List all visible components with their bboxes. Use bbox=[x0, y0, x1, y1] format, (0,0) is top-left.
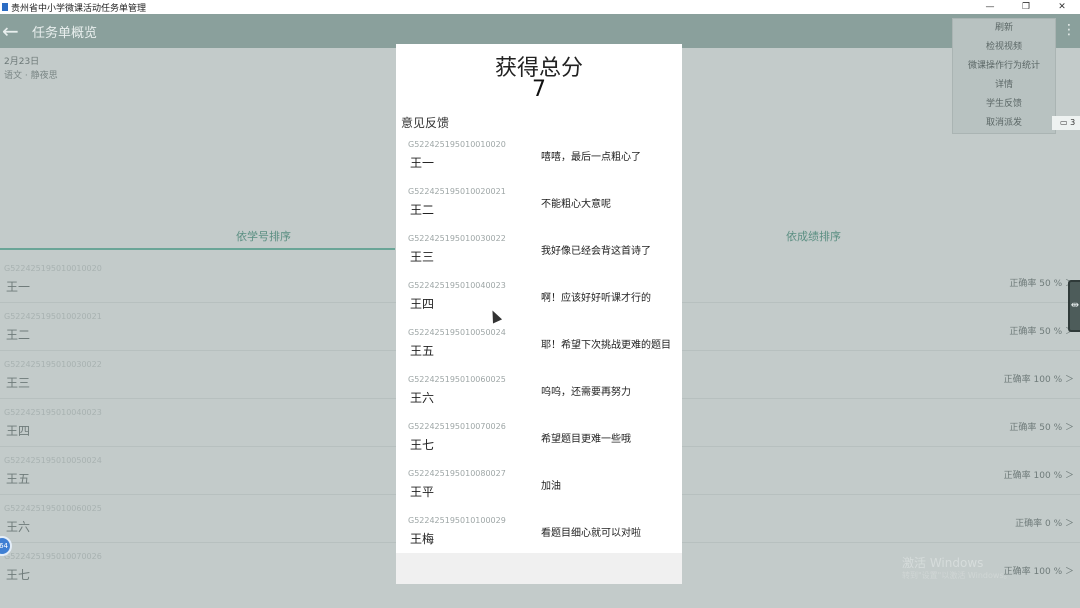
student-id: G522425195010050024 bbox=[4, 456, 102, 465]
close-button[interactable]: ✕ bbox=[1044, 0, 1080, 14]
windows-activation-hint: 转到"设置"以激活 Windows。 bbox=[902, 571, 1012, 580]
feedback-text: 看题目细心就可以对啦 bbox=[541, 528, 641, 539]
feedback-text: 嘻嘻，最后一点粗心了 bbox=[541, 152, 641, 163]
student-id: G522425195010020021 bbox=[4, 312, 102, 321]
app-icon bbox=[2, 3, 8, 11]
student-name: 王六 bbox=[6, 520, 31, 534]
folder-icon[interactable]: ▭ 3 bbox=[1052, 116, 1080, 130]
student-name: 王七 bbox=[410, 438, 435, 452]
feedback-dialog: 获得总分 7 意见反馈 G522425195010010020 王一 嘻嘻，最后… bbox=[396, 44, 682, 584]
options-menu: 刷新 检视视频 微课操作行为统计 详情 学生反馈 取消派发 bbox=[952, 18, 1056, 134]
feedback-text: 耶！希望下次挑战更难的题目 bbox=[541, 340, 671, 351]
student-name: 王一 bbox=[410, 156, 435, 170]
student-id: G522425195010030022 bbox=[4, 360, 102, 369]
student-name: 王四 bbox=[410, 297, 435, 311]
student-id: G522425195010080027 bbox=[408, 469, 506, 478]
student-id: G522425195010040023 bbox=[4, 408, 102, 417]
task-subtitle: 语文 · 静夜思 bbox=[4, 71, 58, 81]
student-id: G522425195010050024 bbox=[408, 328, 506, 337]
student-name: 王七 bbox=[6, 568, 31, 582]
page-title: 任务单概览 bbox=[32, 25, 98, 41]
feedback-item: G522425195010010020 王一 嘻嘻，最后一点粗心了 bbox=[396, 140, 682, 187]
student-id: G522425195010020021 bbox=[408, 187, 506, 196]
feedback-item: G522425195010020021 王二 不能粗心大意呢 bbox=[396, 187, 682, 234]
window-controls: — ❐ ✕ bbox=[972, 0, 1080, 14]
menu-item-cancel-dispatch[interactable]: 取消派发 bbox=[953, 114, 1055, 133]
student-id: G522425195010070026 bbox=[4, 552, 102, 561]
accuracy-rate: 正确率 100 % ＞ bbox=[1003, 375, 1074, 385]
tab-sort-by-score[interactable]: 依成绩排序 bbox=[786, 228, 841, 244]
more-options-icon[interactable]: ⋮ bbox=[1062, 22, 1076, 38]
feedback-item: G522425195010040023 王四 啊！应该好好听课才行的 bbox=[396, 281, 682, 328]
maximize-button[interactable]: ❐ bbox=[1008, 0, 1044, 14]
student-id: G522425195010010020 bbox=[4, 264, 102, 273]
student-name: 王一 bbox=[6, 280, 31, 294]
app-toolbar: ← 任务单概览 ⋮ bbox=[0, 14, 1080, 48]
windows-activation-watermark: 激活 Windows bbox=[902, 556, 984, 570]
accuracy-rate: 正确率 50 % ＞ bbox=[1009, 327, 1074, 337]
accuracy-rate: 正确率 50 % ＞ bbox=[1009, 423, 1074, 433]
side-drawer-handle-icon[interactable]: ⇹ bbox=[1068, 280, 1080, 332]
menu-item-student-feedback[interactable]: 学生反馈 bbox=[953, 95, 1055, 114]
feedback-item: G522425195010080027 王平 加油 bbox=[396, 469, 682, 516]
menu-item-view-video[interactable]: 检视视频 bbox=[953, 38, 1055, 57]
feedback-item: G522425195010050024 王五 耶！希望下次挑战更难的题目 bbox=[396, 328, 682, 375]
student-id: G522425195010030022 bbox=[408, 234, 506, 243]
student-name: 王二 bbox=[6, 328, 31, 342]
accuracy-rate: 正确率 50 % ＞ bbox=[1009, 279, 1074, 289]
student-id: G522425195010060025 bbox=[408, 375, 506, 384]
student-name: 王五 bbox=[410, 344, 435, 358]
feedback-text: 希望题目更难一些哦 bbox=[541, 434, 631, 445]
window-title: 贵州省中小学微课活动任务单管理 bbox=[11, 3, 147, 14]
task-date: 2月23日 bbox=[4, 57, 40, 67]
menu-item-details[interactable]: 详情 bbox=[953, 76, 1055, 95]
feedback-text: 我好像已经会背这首诗了 bbox=[541, 246, 651, 257]
feedback-section-heading: 意见反馈 bbox=[401, 116, 450, 130]
feedback-text: 加油 bbox=[541, 481, 561, 492]
student-name: 王二 bbox=[410, 203, 435, 217]
student-id: G522425195010060025 bbox=[4, 504, 102, 513]
feedback-text: 呜呜，还需要再努力 bbox=[541, 387, 631, 398]
accuracy-rate: 正确率 100 % ＞ bbox=[1003, 471, 1074, 481]
menu-item-behavior-stats[interactable]: 微课操作行为统计 bbox=[953, 57, 1055, 76]
accuracy-rate: 正确率 100 % ＞ bbox=[1003, 567, 1074, 577]
back-arrow-icon[interactable]: ← bbox=[2, 19, 24, 43]
feedback-item: G522425195010060025 王六 呜呜，还需要再努力 bbox=[396, 375, 682, 422]
feedback-item: G522425195010070026 王七 希望题目更难一些哦 bbox=[396, 422, 682, 469]
dialog-footer bbox=[396, 553, 682, 584]
feedback-text: 不能粗心大意呢 bbox=[541, 199, 611, 210]
feedback-text: 啊！应该好好听课才行的 bbox=[541, 293, 651, 304]
tab-sort-by-student-id[interactable]: 依学号排序 bbox=[236, 228, 291, 244]
student-id: G522425195010010020 bbox=[408, 140, 506, 149]
student-name: 王梅 bbox=[410, 532, 435, 546]
student-name: 王四 bbox=[6, 424, 31, 438]
accuracy-rate: 正确率 0 % ＞ bbox=[1015, 519, 1074, 529]
student-name: 王五 bbox=[6, 472, 31, 486]
student-name: 王平 bbox=[410, 485, 435, 499]
menu-item-refresh[interactable]: 刷新 bbox=[953, 19, 1055, 38]
student-name: 王三 bbox=[410, 250, 435, 264]
student-name: 王六 bbox=[410, 391, 435, 405]
total-score: 7 bbox=[532, 77, 546, 102]
feedback-item: G522425195010030022 王三 我好像已经会背这首诗了 bbox=[396, 234, 682, 281]
student-name: 王三 bbox=[6, 376, 31, 390]
window-titlebar: 贵州省中小学微课活动任务单管理 — ❐ ✕ bbox=[0, 0, 1080, 14]
active-tab-underline bbox=[0, 248, 395, 250]
student-id: G522425195010040023 bbox=[408, 281, 506, 290]
student-id: G522425195010070026 bbox=[408, 422, 506, 431]
student-id: G522425195010100029 bbox=[408, 516, 506, 525]
minimize-button[interactable]: — bbox=[972, 0, 1008, 14]
